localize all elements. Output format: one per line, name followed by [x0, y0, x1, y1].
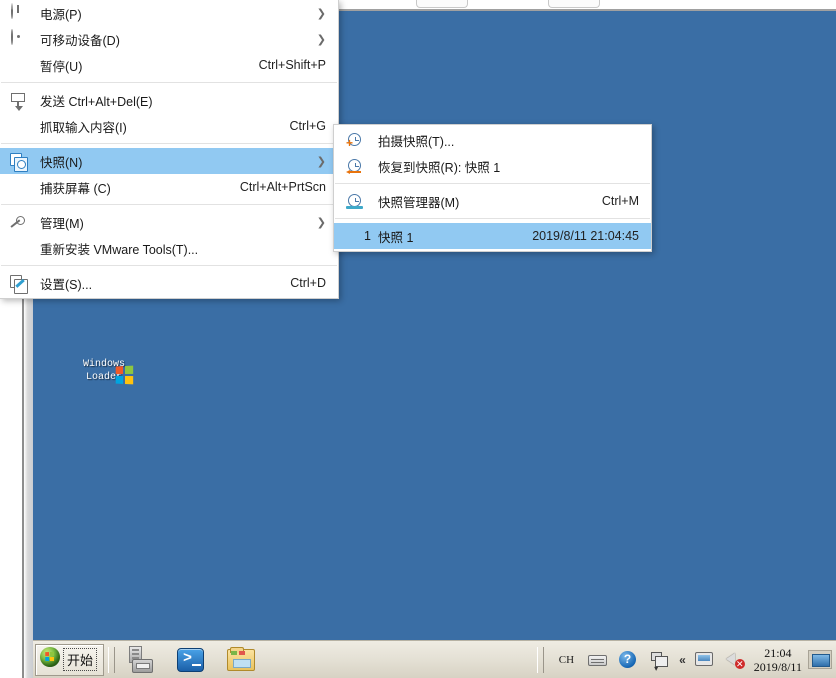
menu-item-label: 快照(N) — [40, 152, 82, 171]
chevron-right-icon: ❯ — [299, 155, 326, 168]
menu-item-shortcut: Ctrl+G — [266, 119, 326, 133]
clock[interactable]: 21:04 2019/8/11 — [754, 646, 802, 674]
menu-separator — [1, 82, 337, 83]
help-icon-glyph: ? — [619, 651, 636, 668]
chevron-right-icon: ❯ — [299, 216, 326, 229]
snapshot-timestamp: 2019/8/11 21:04:45 — [508, 229, 639, 243]
snapshot-submenu: + 拍摄快照(T)... 恢复到快照(R): 快照 1 快照管理器(M) Ctr… — [333, 124, 652, 252]
menu-item-snapshot-1[interactable]: 1 快照 1 2019/8/11 21:04:45 — [334, 223, 651, 249]
menu-item-snapshot[interactable]: 快照(N) ❯ — [0, 148, 338, 174]
menu-item-shortcut: Ctrl+Shift+P — [235, 58, 326, 72]
clock-plus-icon: + — [346, 131, 364, 149]
vm-context-menu: 电源(P) ❯ 可移动设备(D) ❯ 暂停(U) Ctrl+Shift+P 发送… — [0, 0, 339, 299]
disc-icon — [9, 30, 27, 48]
menu-item-label: 发送 Ctrl+Alt+Del(E) — [40, 91, 153, 110]
tray-overflow-chevron-icon[interactable]: « — [679, 653, 686, 667]
menu-item-label: 拍摄快照(T)... — [378, 131, 454, 150]
power-icon — [9, 4, 27, 22]
chevron-right-icon: ❯ — [299, 33, 326, 46]
menu-item-label: 重新安装 VMware Tools(T)... — [40, 239, 198, 258]
quicklaunch-grip[interactable] — [108, 647, 115, 673]
snapshot-icon — [9, 152, 27, 170]
server-manager-icon[interactable] — [126, 645, 156, 675]
language-indicator[interactable]: CH — [559, 654, 574, 666]
clock-revert-icon — [346, 157, 364, 175]
start-button[interactable]: 开始 — [35, 644, 104, 676]
menu-separator — [1, 265, 337, 266]
menu-separator — [1, 143, 337, 144]
guest-taskbar: 开始 CH — [33, 640, 836, 678]
menu-item-label: 电源(P) — [40, 4, 82, 23]
chevron-right-icon: ❯ — [299, 7, 326, 20]
menu-separator — [1, 204, 337, 205]
menu-item-label: 快照 1 — [378, 227, 413, 246]
network-icon[interactable]: ▾ — [647, 649, 669, 671]
snapshot-index: 1 — [364, 229, 371, 243]
menu-item-send-ctrl-alt-del[interactable]: 发送 Ctrl+Alt+Del(E) — [0, 87, 338, 113]
menu-item-label: 捕获屏幕 (C) — [40, 178, 111, 197]
tray-divider — [537, 647, 544, 673]
menu-item-snapshot-manager[interactable]: 快照管理器(M) Ctrl+M — [334, 188, 651, 214]
menu-item-capture-screen[interactable]: 捕获屏幕 (C) Ctrl+Alt+PrtScn — [0, 174, 338, 200]
menu-item-label: 设置(S)... — [40, 274, 92, 293]
menu-item-label: 抓取输入内容(I) — [40, 117, 127, 136]
toolbar-button-2[interactable] — [548, 0, 600, 8]
windows-logo-icon — [40, 647, 60, 672]
clock-date: 2019/8/11 — [754, 660, 802, 674]
mute-badge: ✕ — [735, 659, 745, 669]
menu-item-manage[interactable]: 管理(M) ❯ — [0, 209, 338, 235]
desktop-icon-windows-loader[interactable]: Windows Loader — [61, 354, 147, 384]
screen-root: 控制面板 Windows Loader — [0, 0, 836, 678]
menu-item-reinstall-vmware-tools[interactable]: 重新安装 VMware Tools(T)... — [0, 235, 338, 261]
menu-item-revert-to-snapshot[interactable]: 恢复到快照(R): 快照 1 — [334, 153, 651, 179]
monitor-icon[interactable] — [694, 649, 716, 671]
wrench-icon — [9, 213, 27, 231]
menu-item-pause[interactable]: 暂停(U) Ctrl+Shift+P — [0, 52, 338, 78]
send-cad-icon — [9, 91, 27, 109]
settings-icon — [9, 274, 27, 292]
menu-item-power[interactable]: 电源(P) ❯ — [0, 0, 338, 26]
clock-time: 21:04 — [754, 646, 802, 660]
menu-item-shortcut: Ctrl+M — [578, 194, 639, 208]
keyboard-icon[interactable] — [587, 649, 609, 671]
powershell-icon[interactable] — [176, 645, 206, 675]
speaker-muted-icon[interactable]: ✕ — [724, 649, 746, 671]
show-desktop-button[interactable] — [808, 650, 832, 669]
menu-item-label: 可移动设备(D) — [40, 30, 120, 49]
menu-separator — [335, 183, 650, 184]
menu-item-grab-input[interactable]: 抓取输入内容(I) Ctrl+G — [0, 113, 338, 139]
menu-item-shortcut: Ctrl+Alt+PrtScn — [216, 180, 326, 194]
menu-item-label: 管理(M) — [40, 213, 84, 232]
menu-item-shortcut: Ctrl+D — [266, 276, 326, 290]
menu-item-label: 快照管理器(M) — [378, 192, 459, 211]
clock-manager-icon — [346, 192, 364, 210]
menu-separator — [335, 218, 650, 219]
system-tray: CH ? ▾ « ✕ — [537, 641, 836, 678]
menu-item-label: 恢复到快照(R): 快照 1 — [378, 157, 500, 176]
menu-item-take-snapshot[interactable]: + 拍摄快照(T)... — [334, 127, 651, 153]
menu-item-removable-devices[interactable]: 可移动设备(D) ❯ — [0, 26, 338, 52]
help-icon[interactable]: ? — [617, 649, 639, 671]
quicklaunch-bar — [120, 645, 256, 675]
toolbar-button-1[interactable] — [416, 0, 468, 8]
menu-item-label: 暂停(U) — [40, 56, 82, 75]
menu-item-settings[interactable]: 设置(S)... Ctrl+D — [0, 270, 338, 296]
start-button-label: 开始 — [63, 648, 97, 671]
file-explorer-icon[interactable] — [226, 645, 256, 675]
